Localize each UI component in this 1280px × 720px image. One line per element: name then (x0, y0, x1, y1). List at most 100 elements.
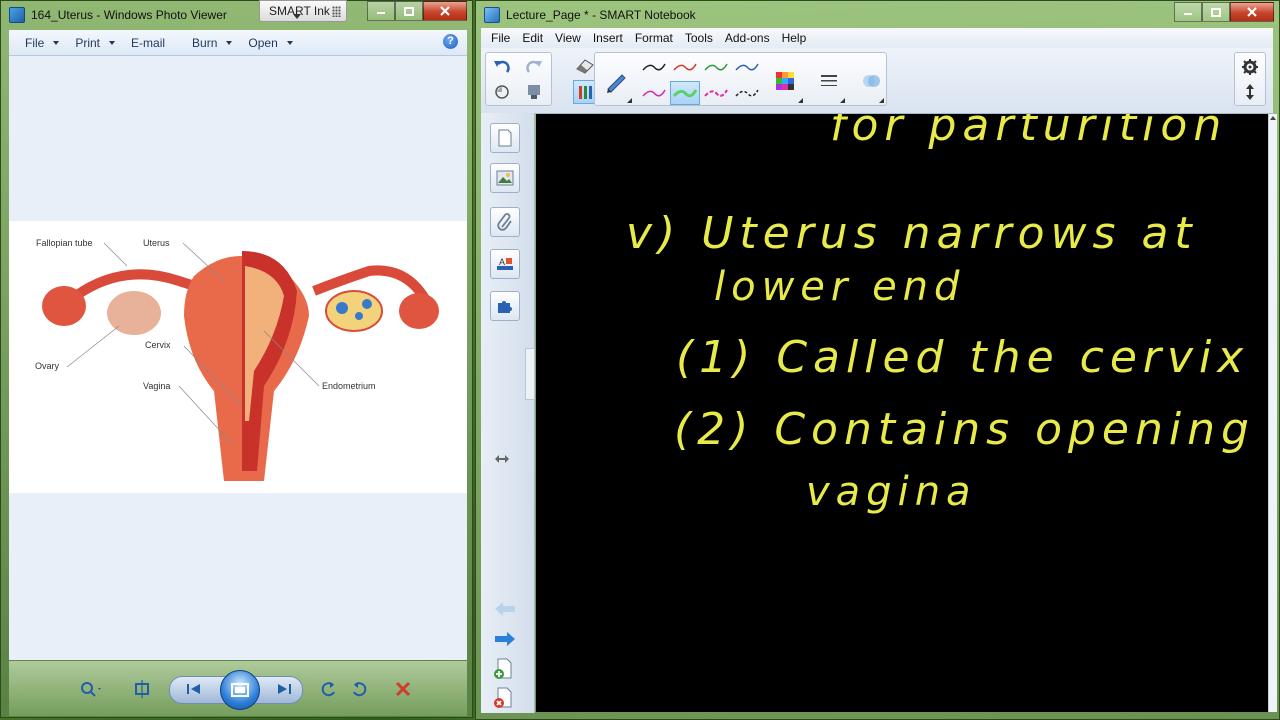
pen-stroke-icon (704, 63, 728, 71)
tab-gallery[interactable] (490, 163, 520, 193)
document-camera-button[interactable] (522, 81, 546, 103)
sidebar-scroll-handle[interactable] (525, 348, 535, 400)
label-uterus: Uterus (143, 238, 170, 248)
photo-viewer-window: 164_Uterus - Windows Photo Viewer File P… (0, 0, 473, 718)
toolbar-pen-properties (594, 52, 887, 106)
menu-file[interactable]: File (25, 36, 60, 50)
pen-tool-button[interactable] (601, 67, 631, 95)
pen-style-magenta[interactable] (639, 81, 669, 105)
add-page-icon (494, 658, 512, 679)
pen-style-black[interactable] (639, 55, 669, 79)
ink-line-5: (2) Contains opening to (674, 404, 1273, 455)
menu-help[interactable]: Help (782, 31, 807, 45)
ink-line-2: v) Uterus narrows at (626, 208, 1198, 259)
resize-sidebar-handle[interactable] (494, 453, 510, 467)
pen-style-dashed-pink[interactable] (701, 81, 731, 105)
tab-page-sorter[interactable] (490, 123, 520, 153)
color-palette-icon (776, 72, 794, 90)
window-title: Lecture_Page * - SMART Notebook (506, 8, 696, 22)
gear-icon (1242, 59, 1258, 75)
pen-stroke-icon (642, 89, 666, 97)
tab-properties[interactable]: A (490, 249, 520, 279)
page-scrollbar[interactable] (1268, 114, 1277, 712)
fill-color-button[interactable] (771, 67, 799, 95)
previous-button[interactable] (183, 679, 205, 699)
transparency-icon (863, 75, 880, 87)
label-fallopian-tube: Fallopian tube (36, 238, 93, 248)
line-style-button[interactable] (815, 67, 843, 95)
ink-line-6: vagina (806, 469, 977, 515)
previous-icon (187, 684, 200, 694)
horizontal-arrows-icon (495, 455, 509, 463)
help-icon[interactable]: ? (443, 34, 458, 49)
scroll-up-icon[interactable] (1270, 116, 1276, 120)
pencil-icon (607, 74, 626, 93)
minimize-button[interactable] (1174, 2, 1202, 22)
maximize-icon (1211, 7, 1221, 17)
tab-attachments[interactable] (490, 207, 520, 237)
pen-style-red[interactable] (670, 55, 700, 79)
pen-style-dashed-black[interactable] (732, 81, 762, 105)
uterus-illustration (42, 242, 439, 481)
close-button[interactable] (423, 1, 467, 21)
slideshow-icon (231, 683, 249, 697)
pen-stroke-icon (642, 63, 666, 71)
dropdown-corner-icon (840, 93, 845, 103)
rotate-left-button[interactable] (319, 679, 339, 699)
maximize-icon (404, 6, 414, 16)
minimize-button[interactable] (367, 1, 395, 21)
menu-format[interactable]: Format (635, 31, 673, 45)
pen-style-blue[interactable] (732, 55, 762, 79)
add-page-button[interactable] (493, 658, 515, 683)
pen-style-green[interactable] (701, 55, 731, 79)
drag-grip-icon[interactable] (332, 6, 341, 17)
delete-page-button[interactable] (493, 687, 515, 712)
menu-addons[interactable]: Add-ons (725, 31, 770, 45)
menu-edit[interactable]: Edit (522, 31, 543, 45)
actual-size-button[interactable] (131, 679, 153, 699)
zoom-icon (81, 682, 101, 697)
zoom-button[interactable] (77, 679, 105, 699)
settings-button[interactable] (1238, 56, 1262, 78)
line-style-icon (821, 75, 837, 86)
menu-print[interactable]: Print (75, 36, 116, 50)
notebook-titlebar[interactable]: Lecture_Page * - SMART Notebook (476, 1, 1279, 29)
menu-view[interactable]: View (555, 31, 581, 45)
smart-ink-tab[interactable]: SMART Ink (259, 0, 347, 22)
slideshow-button[interactable] (220, 670, 260, 710)
minimize-icon (1184, 13, 1192, 15)
menu-email[interactable]: E-mail (131, 36, 165, 50)
maximize-button[interactable] (1202, 2, 1230, 22)
redo-button[interactable] (522, 56, 546, 78)
puzzle-icon (498, 301, 512, 313)
move-toolbar-button[interactable] (1238, 81, 1262, 103)
close-button[interactable] (1230, 2, 1274, 22)
tab-addons[interactable] (490, 291, 520, 321)
menu-email-label: E-mail (131, 35, 166, 50)
notebook-page-canvas[interactable]: for parturition v) Uterus narrows at low… (536, 114, 1273, 712)
transparency-button[interactable] (857, 67, 885, 95)
properties-icon: A (497, 257, 513, 270)
screen-shade-button[interactable] (490, 81, 514, 103)
menu-file[interactable]: File (491, 31, 510, 45)
menu-open-label: Open (248, 35, 278, 50)
delete-button[interactable] (393, 679, 413, 699)
label-vagina: Vagina (143, 381, 171, 391)
menu-open[interactable]: Open (248, 35, 293, 50)
previous-page-button[interactable] (493, 601, 517, 620)
maximize-button[interactable] (395, 1, 423, 21)
photo-viewer-controls (9, 661, 467, 716)
menu-burn[interactable]: Burn (192, 36, 233, 50)
menu-tools[interactable]: Tools (685, 31, 713, 45)
chevron-down-icon (286, 40, 293, 45)
notebook-menubar: File Edit View Insert Format Tools Add-o… (481, 28, 1273, 48)
menu-insert[interactable]: Insert (593, 31, 623, 45)
rotate-right-button[interactable] (349, 679, 369, 699)
undo-button[interactable] (490, 56, 514, 78)
next-button[interactable] (273, 679, 295, 699)
pen-stroke-icon (704, 89, 728, 97)
notebook-sidebar: A (481, 113, 535, 713)
pen-stroke-icon (735, 63, 759, 71)
next-page-button[interactable] (493, 631, 517, 650)
pen-style-highlighter-green[interactable] (670, 81, 700, 105)
